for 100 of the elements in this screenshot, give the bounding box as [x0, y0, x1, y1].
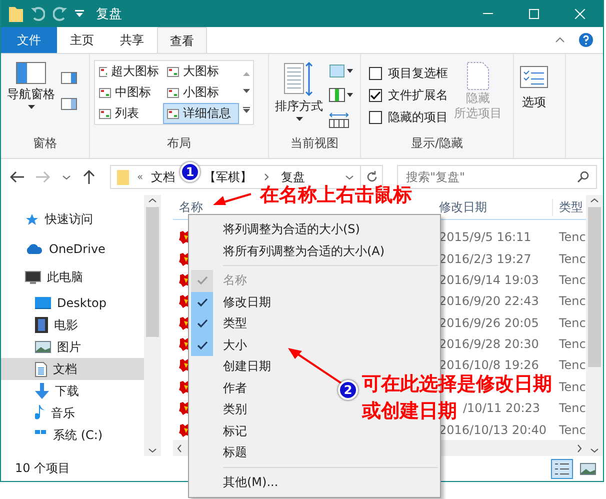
layout-option[interactable]: 小图标 — [163, 82, 239, 103]
menu-item[interactable]: 标记 — [191, 420, 251, 442]
sidebar-item[interactable]: 音乐 — [1, 402, 144, 424]
type-cell: Tenc — [559, 401, 586, 416]
options-button[interactable]: 选项 — [518, 60, 550, 113]
checkbox-label: 项目复选框 — [388, 64, 448, 82]
chevron-left-icon — [177, 444, 182, 453]
dropdown-icon[interactable] — [75, 10, 84, 17]
sidebar-item[interactable]: 系统 (C:) — [1, 424, 144, 446]
sidebar-item[interactable]: 电影 — [1, 314, 144, 336]
menu-item[interactable]: 大小 — [191, 334, 251, 356]
menu-item[interactable]: 标题 — [191, 442, 251, 464]
music-note-icon — [35, 405, 45, 421]
collapse-ribbon-icon[interactable] — [555, 37, 565, 43]
navigation-pane-button[interactable]: 导航窗格 — [5, 60, 57, 111]
type-cell: Tenc — [559, 358, 586, 372]
checkbox[interactable] — [369, 110, 382, 124]
scrollbar[interactable] — [144, 195, 161, 456]
back-button[interactable] — [7, 171, 27, 183]
sidebar-item[interactable]: 下载 — [1, 380, 144, 402]
date-cell: 2016/2/3 19:27 — [439, 252, 532, 266]
overflow-marker[interactable]: « — [137, 172, 144, 182]
view-icon — [167, 88, 179, 98]
up-arrow-icon — [83, 170, 95, 184]
date-cell: 2016/10/13 20:40 — [439, 422, 547, 437]
fit-columns-icon[interactable] — [329, 112, 349, 128]
type-cell: Tenc — [559, 337, 586, 352]
redo-icon[interactable] — [53, 6, 67, 20]
chevron-up-icon — [590, 198, 599, 203]
type-cell: Tenc — [559, 316, 586, 330]
ribbon-tab[interactable]: 查看 — [157, 27, 207, 54]
menu-item[interactable]: 类型 — [191, 313, 251, 334]
cloud-icon — [25, 243, 43, 254]
sidebar-item[interactable]: OneDrive — [1, 234, 144, 263]
sidebar-item[interactable]: 此电脑 — [1, 263, 144, 292]
date-cell: 2016/9/20 22:43 — [439, 294, 539, 308]
annotation-arrow — [212, 192, 252, 208]
layout-option[interactable]: 大图标 — [163, 61, 239, 82]
layout-option[interactable]: 中图标 — [95, 82, 163, 103]
pane-layout-icon — [16, 62, 46, 84]
date-cell: 2016/9/14 19:03 — [439, 272, 539, 287]
sidebar-item[interactable]: 文档 — [1, 358, 144, 380]
caret-icon — [296, 117, 302, 121]
menu-item[interactable]: 创建日期 — [191, 356, 275, 378]
menu-item[interactable]: 将所有列调整为合适的大小(A) — [191, 240, 389, 262]
details-pane-icon[interactable] — [61, 98, 77, 110]
check-icon — [196, 276, 208, 286]
item-count: 10 个项目 — [15, 460, 70, 477]
chevron-right-icon — [264, 173, 270, 181]
annotation-text: 可在此选择是修改日期 — [362, 372, 552, 396]
view-icon — [99, 88, 111, 98]
left-arrow-icon — [10, 171, 24, 183]
checklist-icon — [520, 66, 548, 88]
sort-by-button[interactable]: 排序方式 — [273, 60, 325, 123]
group-label: 当前视图 — [290, 135, 338, 152]
checkbox[interactable] — [369, 88, 382, 102]
breadcrumb[interactable]: 复盘 — [281, 168, 306, 186]
check-icon — [196, 340, 208, 350]
layout-option[interactable]: 超大图标 — [95, 61, 163, 82]
annotation-text: 或创建日期 — [362, 399, 457, 423]
sidebar-item[interactable]: 快速访问 — [1, 205, 144, 234]
details-view-button[interactable] — [551, 458, 573, 478]
sidebar-item[interactable]: 图片 — [1, 336, 144, 358]
folder-icon — [117, 170, 129, 184]
scroll-down-icon[interactable] — [242, 89, 250, 94]
view-icon — [167, 108, 179, 118]
breadcrumb[interactable]: 【军棋】 — [204, 168, 252, 186]
type-cell: Tenc — [559, 294, 586, 308]
menu-item[interactable]: 类别 — [191, 399, 251, 420]
scrollbar[interactable] — [586, 195, 603, 456]
close-icon — [575, 8, 585, 18]
column-header[interactable]: 类型 — [553, 198, 586, 216]
maximize-icon — [529, 8, 539, 18]
expand-icon[interactable] — [242, 107, 250, 114]
check-icon — [196, 298, 208, 307]
group-label: 显示/隐藏 — [410, 135, 464, 152]
sidebar-item[interactable]: Desktop — [1, 292, 144, 314]
menu-item[interactable]: 将列调整为合适的大小(S) — [191, 219, 364, 240]
preview-pane-icon[interactable] — [61, 72, 77, 84]
breadcrumb[interactable]: 文档 — [151, 168, 176, 186]
menu-item[interactable]: 作者 — [191, 378, 251, 399]
layout-option[interactable]: 详细信息 — [163, 103, 239, 124]
group-by-icon[interactable] — [329, 64, 353, 78]
sort-icon — [284, 62, 314, 96]
right-arrow-icon — [36, 171, 50, 183]
checkbox[interactable] — [369, 66, 382, 80]
menu-item[interactable]: 修改日期 — [191, 292, 275, 313]
down-arrow-icon — [35, 383, 49, 399]
layout-option[interactable]: 列表 — [95, 103, 163, 124]
add-columns-icon[interactable] — [329, 88, 353, 102]
menu-item[interactable]: 其他(M)... — [191, 472, 282, 493]
search-icon — [577, 171, 589, 183]
type-cell: Tenc — [559, 230, 586, 244]
view-icon — [167, 66, 179, 76]
help-icon[interactable] — [579, 33, 593, 47]
ribbon-tab[interactable]: 文件 — [1, 27, 57, 53]
undo-icon[interactable] — [31, 6, 45, 20]
group-label: 窗格 — [33, 135, 57, 152]
date-cell: /10/11 20:23 — [463, 401, 540, 416]
window-title: 复盘 — [96, 6, 122, 22]
